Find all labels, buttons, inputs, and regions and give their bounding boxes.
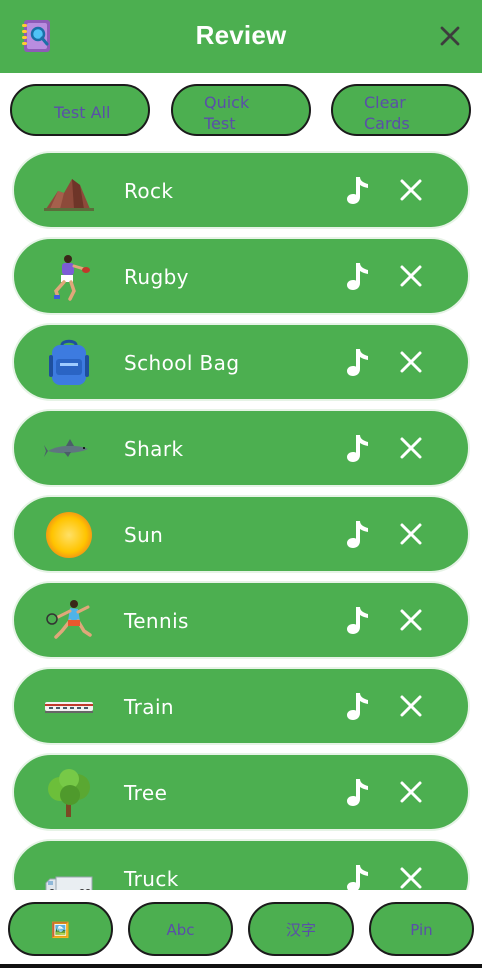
music-note-icon[interactable]: [344, 347, 372, 377]
list-item[interactable]: Truck: [12, 839, 470, 890]
remove-icon[interactable]: [398, 693, 424, 719]
button-label-line-2: Cards: [364, 114, 410, 133]
tree-icon: [48, 769, 90, 817]
music-note-icon[interactable]: [344, 433, 372, 463]
picture-mode-button[interactable]: 🖼️: [8, 902, 113, 956]
button-label: Abc: [166, 921, 195, 939]
bottom-nav: 🖼️ Abc 汉字 Pin: [0, 890, 482, 968]
list-item[interactable]: Tennis: [12, 581, 470, 659]
abc-mode-button[interactable]: Abc: [128, 902, 233, 956]
button-label: 汉字: [285, 921, 316, 939]
music-note-icon[interactable]: [344, 261, 372, 291]
card-word: Sun: [124, 523, 164, 547]
card-word: Rock: [124, 179, 174, 203]
music-note-icon[interactable]: [344, 777, 372, 807]
card-list[interactable]: Rock Rugby School Bag Shark Sun Tennis T…: [0, 147, 482, 890]
remove-icon[interactable]: [398, 263, 424, 289]
button-label: Test All: [54, 103, 111, 122]
remove-icon[interactable]: [398, 177, 424, 203]
music-note-icon[interactable]: [344, 175, 372, 205]
bottom-edge-divider: [0, 964, 482, 968]
remove-icon[interactable]: [398, 607, 424, 633]
pin-mode-button[interactable]: Pin: [369, 902, 474, 956]
list-item[interactable]: Rugby: [12, 237, 470, 315]
card-word: Tree: [124, 781, 168, 805]
music-note-icon[interactable]: [344, 863, 372, 890]
list-item[interactable]: Shark: [12, 409, 470, 487]
remove-icon[interactable]: [398, 435, 424, 461]
list-item[interactable]: School Bag: [12, 323, 470, 401]
card-word: Shark: [124, 437, 184, 461]
truck-icon: [45, 876, 93, 890]
button-label-line-1: Quick: [204, 93, 250, 112]
list-item[interactable]: Rock: [12, 151, 470, 229]
remove-icon[interactable]: [398, 779, 424, 805]
rugby-player-icon: [54, 255, 90, 301]
sun-icon: [46, 512, 92, 558]
music-note-icon[interactable]: [344, 605, 372, 635]
list-item[interactable]: Sun: [12, 495, 470, 573]
test-all-button[interactable]: Test All: [10, 84, 150, 136]
train-icon: [45, 702, 93, 713]
list-item[interactable]: Tree: [12, 753, 470, 831]
button-label-line-2: Test: [204, 114, 236, 133]
school-bag-icon: [49, 339, 89, 385]
shark-icon: [44, 439, 88, 457]
remove-icon[interactable]: [398, 521, 424, 547]
clear-cards-button[interactable]: Clear Cards: [331, 84, 471, 136]
card-word: Rugby: [124, 265, 189, 289]
quick-test-button[interactable]: Quick Test: [171, 84, 311, 136]
music-note-icon[interactable]: [344, 691, 372, 721]
card-word: School Bag: [124, 351, 240, 375]
button-label-line-1: Clear: [364, 93, 406, 112]
remove-icon[interactable]: [398, 865, 424, 890]
page-title: Review: [195, 20, 287, 50]
app-bar: Review: [0, 0, 482, 73]
rock-icon: [44, 179, 94, 211]
button-label: Pin: [410, 921, 433, 939]
remove-icon[interactable]: [398, 349, 424, 375]
close-icon[interactable]: [434, 20, 466, 52]
card-word: Tennis: [124, 609, 189, 633]
card-word: Train: [124, 695, 174, 719]
card-word: Truck: [124, 867, 179, 890]
picture-icon: 🖼️: [51, 921, 70, 939]
music-note-icon[interactable]: [344, 519, 372, 549]
tennis-player-icon: [46, 600, 92, 639]
hanzi-mode-button[interactable]: 汉字: [248, 902, 354, 956]
list-item[interactable]: Train: [12, 667, 470, 745]
